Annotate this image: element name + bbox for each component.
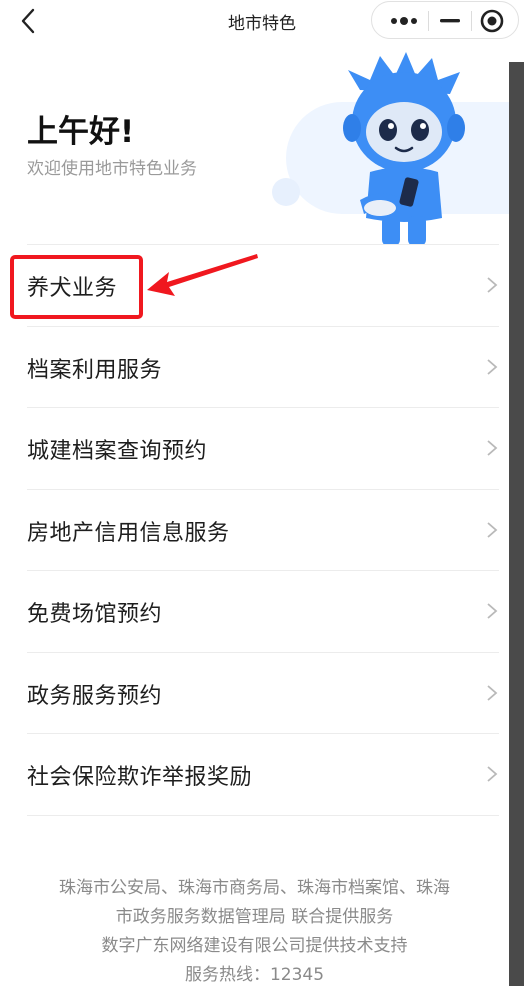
list-divider	[27, 651, 499, 653]
chevron-right-icon	[487, 684, 498, 701]
chevron-right-icon	[487, 277, 498, 293]
minimize-button[interactable]	[430, 2, 470, 38]
list-item-label: 养犬业务	[27, 276, 118, 301]
list-item-real-estate-credit[interactable]: 房地产信用信息服务	[0, 488, 509, 571]
list-item-label: 城建档案查询预约	[27, 439, 208, 464]
list-item-label: 档案利用服务	[27, 357, 163, 383]
top-navbar: 地市特色	[0, 0, 524, 44]
service-list: 养犬业务 档案利用服务 城建档案查询预约 房地产信用信息服务 免费场馆预约 政务…	[0, 244, 509, 816]
more-dots-icon	[391, 17, 417, 25]
list-divider	[27, 244, 499, 245]
list-divider	[27, 814, 499, 816]
footer-tech-support: 数字广东网络建设有限公司提供技术支持	[101, 936, 408, 956]
back-button[interactable]	[14, 6, 44, 36]
scrollbar[interactable]	[509, 62, 524, 986]
target-circle-icon	[480, 9, 504, 33]
list-item-archive-service[interactable]: 档案利用服务	[0, 325, 509, 408]
list-divider	[27, 488, 499, 490]
greeting-header: 上午好! 欢迎使用地市特色业务	[0, 44, 509, 244]
chevron-left-icon	[21, 8, 35, 34]
minus-icon	[440, 19, 460, 23]
page: 地市特色 上午好! 欢迎使用地市特色业务 养犬业务 档案利用服务 城建档案查询预…	[0, 0, 524, 986]
list-item-label: 免费场馆预约	[27, 602, 163, 627]
chevron-right-icon	[487, 440, 498, 456]
greeting-title: 上午好!	[27, 114, 135, 150]
chevron-right-icon	[487, 521, 498, 538]
list-item-label: 社会保险欺诈举报奖励	[27, 765, 253, 790]
list-item-venue-booking[interactable]: 免费场馆预约	[0, 570, 509, 652]
header-background-dot	[272, 178, 300, 206]
footer-providers: 珠海市公安局、珠海市商务局、珠海市档案馆、珠海	[59, 878, 450, 898]
footer: 珠海市公安局、珠海市商务局、珠海市档案馆、珠海 市政务服务数据管理局 联合提供服…	[0, 874, 509, 986]
list-item-insurance-fraud-report[interactable]: 社会保险欺诈举报奖励	[0, 733, 509, 815]
list-item-dog-service[interactable]: 养犬业务	[0, 244, 509, 326]
list-item-label: 政务服务预约	[27, 683, 163, 709]
capsule-menu	[371, 1, 519, 39]
list-item-government-booking[interactable]: 政务服务预约	[0, 651, 509, 734]
footer-hotline: 服务热线：12345	[184, 965, 325, 985]
close-button[interactable]	[472, 2, 516, 38]
mascot-illustration	[343, 52, 465, 244]
capsule-divider	[428, 11, 429, 31]
list-divider	[27, 407, 499, 408]
list-divider	[27, 733, 499, 734]
chevron-right-icon	[487, 358, 498, 375]
chevron-right-icon	[487, 603, 498, 619]
welcome-subtitle: 欢迎使用地市特色业务	[27, 159, 197, 179]
more-button[interactable]	[380, 2, 428, 38]
chevron-right-icon	[487, 766, 498, 782]
list-item-label: 房地产信用信息服务	[27, 520, 230, 546]
footer-providers-cont: 市政务服务数据管理局 联合提供服务	[115, 907, 394, 927]
list-item-urban-archive-booking[interactable]: 城建档案查询预约	[0, 407, 509, 489]
list-divider	[27, 570, 499, 571]
list-divider	[27, 325, 499, 327]
